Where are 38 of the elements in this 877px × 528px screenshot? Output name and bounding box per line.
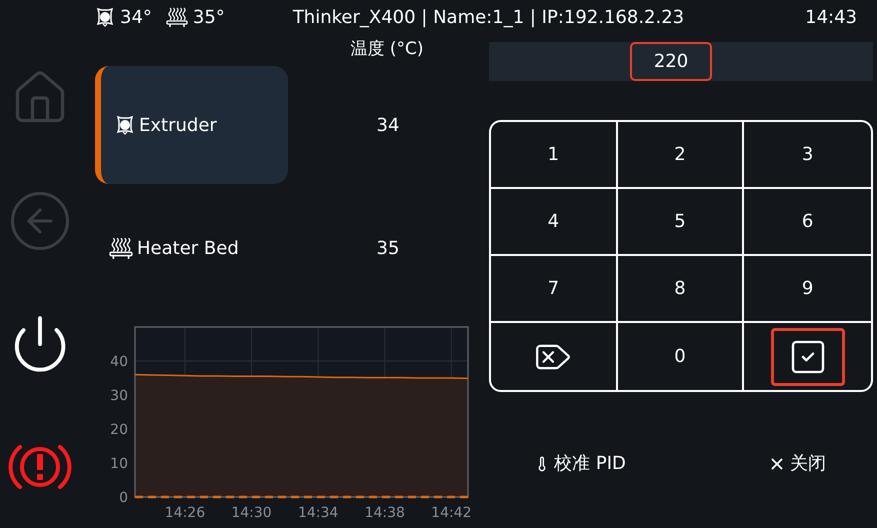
digit-key[interactable]: 4 [491, 189, 618, 256]
calibrate-pid-button[interactable]: 校准 PID [489, 450, 681, 477]
heated-bed-icon [109, 236, 133, 260]
emergency-stop-icon[interactable] [8, 442, 72, 490]
clock-time: 14:43 [805, 6, 857, 30]
extruder-icon [95, 7, 115, 27]
x-tick-label: 14:38 [364, 505, 405, 521]
digit-key[interactable]: 8 [618, 256, 744, 323]
extruder-temperature: 34° [120, 6, 152, 30]
y-tick-label: 20 [110, 422, 128, 438]
digit-key[interactable]: 7 [491, 256, 618, 323]
heated-bed-icon [166, 6, 188, 28]
value-field[interactable]: 220 [489, 42, 873, 81]
close-button[interactable]: 关闭 [681, 450, 873, 477]
heater-temperature: 35 [376, 236, 400, 260]
digit-key[interactable]: 1 [491, 122, 618, 189]
digit-key[interactable]: 9 [744, 256, 871, 323]
bed-temperature: 35° [192, 6, 225, 30]
y-tick-label: 30 [110, 388, 128, 404]
x-tick-label: 14:42 [431, 505, 472, 521]
y-tick-label: 40 [110, 354, 128, 370]
printer-info: Thinker_X400 | Name:1_1 | IP:192.168.2.23 [292, 6, 684, 30]
y-tick-label: 10 [110, 456, 128, 472]
extruder-icon [115, 115, 135, 135]
heater-tab[interactable]: Extruder [95, 66, 288, 184]
digit-key[interactable]: 3 [744, 122, 871, 189]
heater-temperature: 34 [376, 114, 400, 138]
temperature-header: 温度 (°C) [349, 38, 425, 62]
digit-key[interactable]: 5 [618, 189, 744, 256]
digit-key[interactable]: 6 [744, 189, 871, 256]
x-tick-label: 14:34 [298, 505, 338, 521]
heater-tab[interactable]: Heater Bed [95, 189, 288, 307]
digit-key[interactable]: 0 [618, 323, 744, 390]
value-text: 220 [630, 42, 712, 81]
y-tick-label: 0 [119, 490, 128, 506]
x-tick-label: 14:26 [164, 505, 206, 521]
digit-key[interactable]: 2 [618, 122, 744, 189]
x-tick-label: 14:30 [231, 505, 272, 521]
